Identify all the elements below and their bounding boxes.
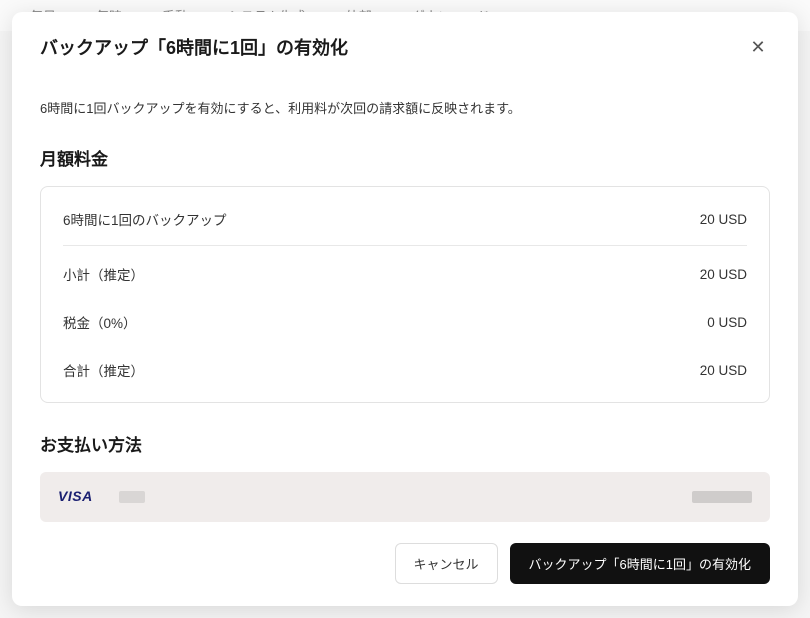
tax-value: 0 USD (707, 315, 747, 330)
modal-body: 6時間に1回バックアップを有効にすると、利用料が次回の請求額に反映されます。 月… (12, 76, 798, 525)
total-row: 合計（推定） 20 USD (63, 346, 747, 402)
subtotal-row: 小計（推定） 20 USD (63, 250, 747, 298)
total-value: 20 USD (700, 363, 747, 378)
close-icon: ✕ (750, 37, 765, 58)
enable-backup-modal: バックアップ「6時間に1回」の有効化 ✕ 6時間に1回バックアップを有効にすると… (12, 12, 798, 606)
cancel-button[interactable]: キャンセル (395, 543, 498, 584)
pricing-section-title: 月額料金 (40, 145, 770, 170)
tax-label: 税金（0%） (63, 312, 137, 332)
close-button[interactable]: ✕ (746, 35, 770, 59)
payment-section-title: お支払い方法 (40, 431, 770, 456)
payment-method-card[interactable]: VISA (40, 472, 770, 522)
modal-title: バックアップ「6時間に1回」の有効化 (40, 34, 348, 60)
pricing-box: 6時間に1回のバックアップ 20 USD 小計（推定） 20 USD 税金（0%… (40, 186, 770, 403)
card-left: VISA (58, 488, 145, 506)
subtotal-label: 小計（推定） (63, 264, 144, 284)
card-digits-placeholder (119, 491, 145, 503)
tax-row: 税金（0%） 0 USD (63, 298, 747, 346)
pricing-item-value: 20 USD (700, 212, 747, 227)
visa-logo-icon: VISA (58, 488, 93, 504)
pricing-item-row: 6時間に1回のバックアップ 20 USD (63, 187, 747, 235)
subtotal-value: 20 USD (700, 267, 747, 282)
card-expiry-placeholder (692, 491, 752, 503)
modal-footer: キャンセル バックアップ「6時間に1回」の有効化 (12, 525, 798, 606)
pricing-item-label: 6時間に1回のバックアップ (63, 209, 227, 229)
price-divider (63, 245, 747, 246)
modal-description: 6時間に1回バックアップを有効にすると、利用料が次回の請求額に反映されます。 (40, 98, 770, 117)
modal-header: バックアップ「6時間に1回」の有効化 ✕ (12, 12, 798, 76)
confirm-enable-button[interactable]: バックアップ「6時間に1回」の有効化 (510, 543, 770, 584)
total-label: 合計（推定） (63, 360, 144, 380)
